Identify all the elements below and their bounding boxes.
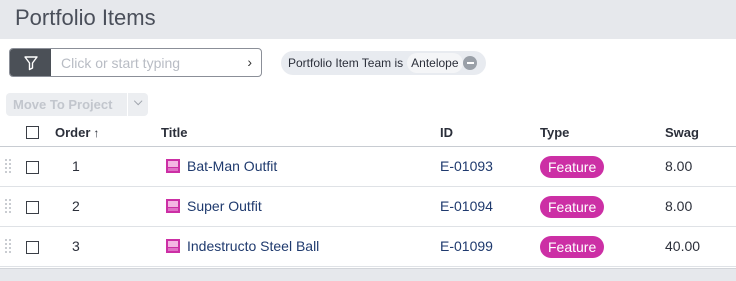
sort-ascending-icon: ↑: [93, 126, 100, 140]
row-title-cell: Bat-Man Outfit: [165, 158, 277, 174]
filter-bar: ›: [9, 48, 262, 77]
table-header: Order ↑ Title ID Type Swag: [0, 119, 736, 147]
chevron-right-icon[interactable]: ›: [247, 54, 252, 70]
page-title: Portfolio Items: [15, 5, 156, 30]
column-header-type[interactable]: Type: [540, 125, 569, 140]
row-title-cell: Indestructo Steel Ball: [165, 238, 319, 254]
row-swag: 8.00: [665, 158, 693, 174]
table-row[interactable]: 1 Bat-Man Outfit E-01093 Feature 8.00: [0, 147, 736, 187]
row-checkbox[interactable]: [26, 241, 39, 254]
funnel-icon: [23, 55, 38, 70]
column-header-id[interactable]: ID: [440, 125, 453, 140]
filter-button[interactable]: [10, 49, 51, 76]
select-all-checkbox[interactable]: [26, 126, 39, 139]
filter-input[interactable]: [51, 49, 241, 76]
move-to-project-button[interactable]: Move To Project ⌵: [6, 93, 148, 116]
row-swag: 40.00: [665, 238, 701, 254]
type-badge: Feature: [540, 156, 605, 178]
row-title-link[interactable]: Super Outfit: [187, 198, 262, 214]
drag-handle-icon[interactable]: [5, 159, 13, 175]
filter-chip-value: Antelope: [407, 53, 463, 73]
table-row[interactable]: 3 Indestructo Steel Ball E-01099 Feature…: [0, 227, 736, 267]
row-title-cell: Super Outfit: [165, 198, 262, 214]
column-header-title[interactable]: Title: [161, 125, 188, 140]
row-order: 2: [72, 198, 80, 214]
column-header-swag[interactable]: Swag: [665, 125, 699, 140]
row-title-link[interactable]: Indestructo Steel Ball: [187, 238, 319, 254]
move-to-project-label: Move To Project: [13, 97, 113, 112]
column-header-order[interactable]: Order ↑: [55, 125, 99, 140]
row-title-link[interactable]: Bat-Man Outfit: [187, 158, 277, 174]
column-header-order-label: Order: [55, 125, 91, 140]
feature-item-icon: [166, 199, 180, 213]
remove-filter-icon[interactable]: [463, 56, 477, 70]
page-header: Portfolio Items: [0, 0, 736, 39]
row-id[interactable]: E-01094: [440, 198, 493, 214]
feature-item-icon: [166, 159, 180, 173]
type-badge: Feature: [540, 236, 605, 258]
row-checkbox[interactable]: [26, 161, 39, 174]
row-order: 1: [72, 158, 80, 174]
row-swag: 8.00: [665, 198, 693, 214]
row-id[interactable]: E-01099: [440, 238, 493, 254]
filter-chip[interactable]: Portfolio Item Team is Antelope: [281, 51, 486, 75]
table-footer: [0, 268, 736, 281]
drag-handle-icon[interactable]: [5, 199, 13, 215]
row-checkbox[interactable]: [26, 201, 39, 214]
drag-handle-icon[interactable]: [5, 239, 13, 255]
button-divider: [127, 93, 128, 116]
type-badge: Feature: [540, 196, 605, 218]
row-order: 3: [72, 238, 80, 254]
chevron-down-icon[interactable]: ⌵: [134, 96, 142, 109]
row-id[interactable]: E-01093: [440, 158, 493, 174]
filter-chip-label: Portfolio Item Team is: [288, 56, 404, 70]
table-row[interactable]: 2 Super Outfit E-01094 Feature 8.00: [0, 187, 736, 227]
feature-item-icon: [166, 239, 180, 253]
